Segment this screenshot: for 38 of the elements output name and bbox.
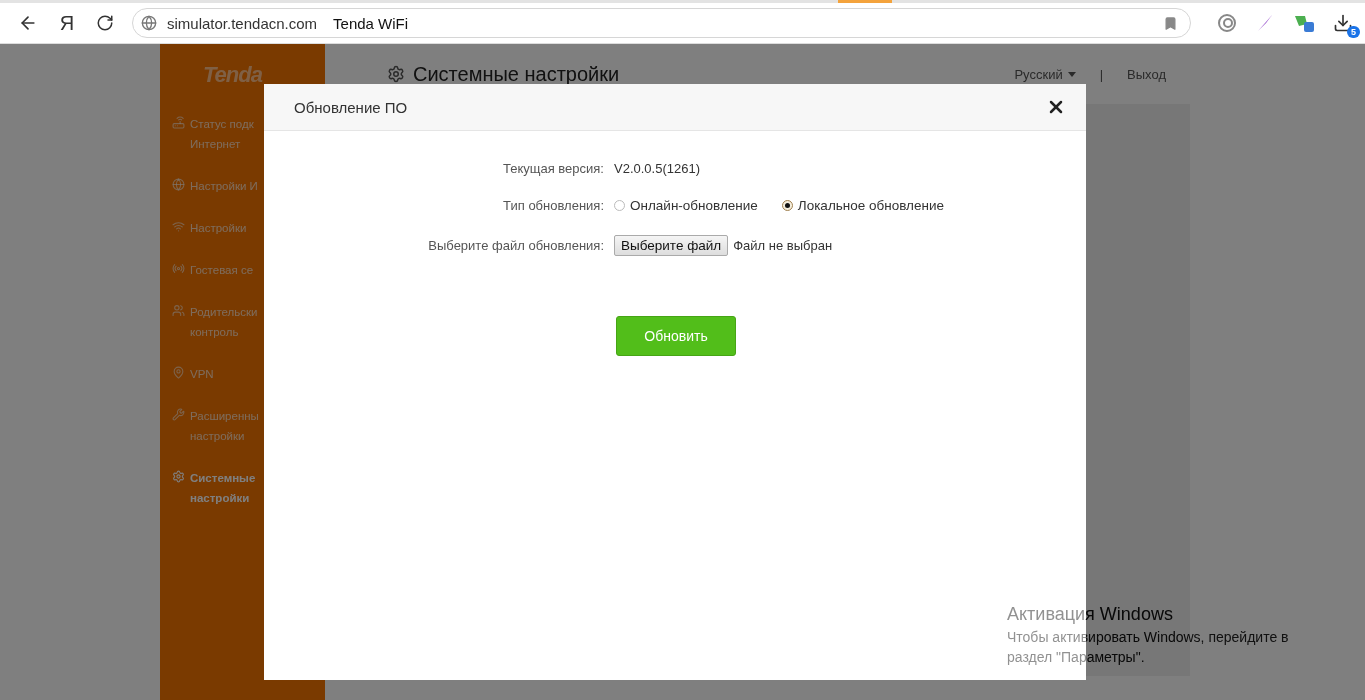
caret-icon[interactable] — [1067, 71, 1076, 77]
url-text: simulator.tendacn.com — [167, 14, 318, 32]
version-value: V2.0.0.5(1261) — [614, 161, 701, 176]
gear-icon — [387, 65, 405, 83]
sidebar-item[interactable]: Системные настройки — [190, 470, 256, 506]
dialog-title: Обновление ПО — [294, 98, 409, 116]
radio-button[interactable] — [614, 200, 625, 211]
sidebar-item[interactable]: Расширенны настройки — [190, 408, 259, 444]
globe-icon — [141, 15, 157, 31]
sidebar-item[interactable]: Родительски контроль — [190, 304, 258, 340]
field-label: Текущая версия: — [502, 161, 604, 176]
brand-logo: Tenda — [203, 62, 262, 88]
reload-icon[interactable] — [96, 14, 114, 32]
gear-icon — [172, 470, 185, 483]
field-label: Выберите файл обновления: — [427, 238, 604, 253]
radio-label: Локальное обновление — [797, 198, 944, 213]
page-heading: Системные настройки — [413, 62, 621, 86]
sidebar-item[interactable]: Настройки И — [190, 178, 258, 194]
active-tab-indicator — [838, 0, 892, 3]
download-icon[interactable] — [1333, 13, 1353, 33]
bookmark-icon[interactable] — [1163, 15, 1178, 31]
separator: | — [1099, 66, 1104, 82]
sidebar-item[interactable]: VPN — [190, 366, 214, 382]
spiral-icon[interactable] — [1217, 13, 1237, 33]
sidebar-item[interactable]: Статус подк Интернет — [190, 116, 254, 152]
update-button[interactable]: Обновить — [616, 316, 736, 356]
page-title: Tenda WiFi — [333, 14, 410, 32]
download-count-badge: 5 — [1347, 26, 1360, 38]
choose-file-button[interactable]: Выберите файл — [614, 235, 729, 256]
radio-label: Онлайн-обновление — [630, 198, 758, 213]
logout-link[interactable]: Выход — [1127, 66, 1166, 82]
sidebar-item[interactable]: Гостевая се — [190, 262, 254, 278]
browser-logo[interactable]: Я — [56, 11, 78, 35]
radio-button[interactable] — [781, 200, 793, 211]
sidebar-item[interactable]: Настройки — [190, 220, 247, 236]
language-select[interactable]: Русский — [1014, 66, 1063, 82]
file-status: Файл не выбран — [733, 238, 833, 253]
field-label: Тип обновления: — [502, 198, 604, 213]
